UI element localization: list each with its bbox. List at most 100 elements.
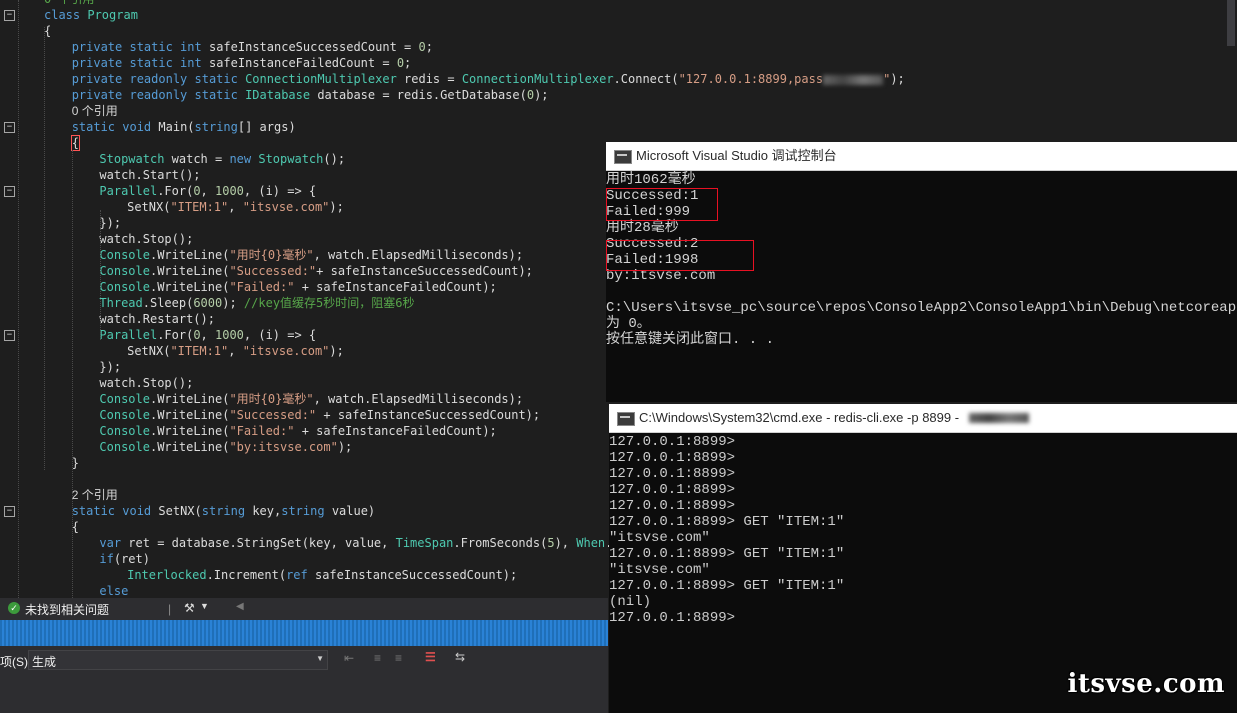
code-token: , (i) => { bbox=[243, 328, 317, 342]
code-text: private readonly static IDatabase databa… bbox=[72, 87, 549, 103]
align-right-icon[interactable]: ≡ bbox=[395, 651, 402, 665]
console-line: 127.0.0.1:8899> bbox=[609, 482, 736, 498]
code-token: { bbox=[44, 24, 52, 38]
code-token: "itsvse.com" bbox=[242, 200, 330, 214]
code-token: 0 bbox=[526, 88, 535, 102]
code-token: "Failed:" bbox=[229, 280, 295, 294]
code-token: var bbox=[99, 536, 129, 550]
code-line[interactable]: { bbox=[0, 23, 1230, 39]
code-token: , bbox=[228, 344, 243, 358]
code-text: static void Main(string[] args) bbox=[72, 119, 296, 135]
code-token: string bbox=[201, 504, 253, 518]
code-token: .Connect( bbox=[613, 72, 679, 86]
console-line: 127.0.0.1:8899> GET "ITEM:1" bbox=[609, 546, 845, 562]
code-text: SetNX("ITEM:1", "itsvse.com"); bbox=[127, 343, 344, 359]
code-text: Console.WriteLine("Failed:" + safeInstan… bbox=[99, 279, 496, 295]
config-label: 项(S): bbox=[0, 655, 32, 669]
fold-toggle-icon[interactable]: − bbox=[4, 122, 15, 133]
code-token: 0 个引用 bbox=[71, 104, 118, 118]
fold-toggle-icon[interactable]: − bbox=[4, 330, 15, 341]
code-token: Thread bbox=[99, 296, 143, 310]
code-line[interactable]: private readonly static IDatabase databa… bbox=[0, 87, 1230, 103]
code-token: .FromSeconds( bbox=[453, 536, 548, 550]
code-token: }); bbox=[99, 360, 122, 374]
result-highlight-box-1 bbox=[606, 188, 718, 221]
code-token: Console bbox=[99, 392, 150, 406]
code-token: .Increment( bbox=[206, 568, 287, 582]
code-token: ); bbox=[329, 200, 344, 214]
indent-guide bbox=[72, 150, 73, 598]
code-token: , bbox=[200, 328, 215, 342]
code-text: { bbox=[70, 135, 80, 151]
code-token: ConnectionMultiplexer bbox=[461, 72, 614, 86]
code-token: Interlocked bbox=[127, 568, 207, 582]
code-token: watch.Stop(); bbox=[99, 376, 194, 390]
code-line[interactable]: − class Program bbox=[0, 7, 1230, 23]
chevron-left-icon[interactable]: ◀ bbox=[236, 601, 244, 612]
vs-console-title: Microsoft Visual Studio 调试控制台 bbox=[636, 148, 837, 163]
cmd-icon bbox=[617, 412, 635, 426]
code-text: Console.WriteLine("Successed:"+ safeInst… bbox=[99, 263, 533, 279]
code-text: 0 个引用 bbox=[44, 0, 94, 7]
console-line: 按任意键关闭此窗口. . . bbox=[606, 332, 775, 348]
scrollbar-thumb[interactable] bbox=[1227, 0, 1235, 46]
code-token: IDatabase bbox=[245, 88, 318, 102]
issues-status-text: 未找到相关问题 bbox=[25, 603, 110, 617]
code-line[interactable]: private static int safeInstanceSuccessed… bbox=[0, 39, 1230, 55]
code-line[interactable]: − static void Main(string[] args) bbox=[0, 119, 1230, 135]
vs-console-titlebar[interactable]: Microsoft Visual Studio 调试控制台 bbox=[606, 142, 1237, 171]
code-token: if bbox=[99, 552, 114, 566]
fold-toggle-icon[interactable]: − bbox=[4, 10, 15, 21]
code-text: watch.Stop(); bbox=[99, 375, 193, 391]
code-token: SetNX( bbox=[127, 344, 171, 358]
console-line: C:\Users\itsvse_pc\source\repos\ConsoleA… bbox=[606, 300, 1237, 316]
code-token: [] args) bbox=[237, 120, 296, 134]
code-token: 0 个引用 bbox=[44, 0, 94, 6]
code-line[interactable]: 0 个引用 bbox=[0, 103, 1230, 119]
code-text: { bbox=[44, 23, 51, 39]
code-token: ); bbox=[890, 72, 905, 86]
chevron-down-icon[interactable]: ▼ bbox=[200, 601, 209, 611]
outdent-icon[interactable]: ⇤ bbox=[344, 651, 354, 665]
watermark-text: itsvse.com bbox=[1067, 669, 1225, 699]
code-token: 5 bbox=[547, 536, 555, 550]
code-token: safeInstanceFailedCount = bbox=[208, 56, 397, 70]
code-line[interactable]: 0 个引用 bbox=[0, 0, 1230, 7]
code-text: else bbox=[99, 583, 128, 598]
code-text: Console.WriteLine("Failed:" + safeInstan… bbox=[99, 423, 496, 439]
code-token: watch = bbox=[171, 152, 230, 166]
vs-debug-console-window[interactable]: Microsoft Visual Studio 调试控制台 用时1062毫秒 Su… bbox=[606, 142, 1237, 402]
code-token: "用时{0}毫秒" bbox=[229, 392, 314, 406]
code-text: Parallel.For(0, 1000, (i) => { bbox=[99, 183, 316, 199]
code-line[interactable]: private readonly static ConnectionMultip… bbox=[0, 71, 1230, 87]
cmd-titlebar[interactable]: C:\Windows\System32\cmd.exe - redis-cli.… bbox=[609, 404, 1237, 433]
config-dropdown-value: 生成 bbox=[32, 655, 57, 669]
code-token: ConnectionMultiplexer bbox=[245, 72, 405, 86]
code-text: private static int safeInstanceSuccessed… bbox=[72, 39, 433, 55]
code-token: Parallel bbox=[99, 184, 158, 198]
fold-toggle-icon[interactable]: − bbox=[4, 186, 15, 197]
code-text: Console.WriteLine("用时{0}毫秒", watch.Elaps… bbox=[99, 391, 523, 407]
code-token: .WriteLine( bbox=[149, 408, 230, 422]
cmd-redis-cli-window[interactable]: C:\Windows\System32\cmd.exe - redis-cli.… bbox=[609, 404, 1237, 713]
console-line: 127.0.0.1:8899> bbox=[609, 466, 736, 482]
word-wrap-icon[interactable]: ⇆ bbox=[455, 650, 465, 664]
code-token: "Successed:" bbox=[229, 264, 317, 278]
align-left-icon[interactable]: ≡ bbox=[374, 651, 381, 665]
code-token: "127.0.0.1:8899,pass bbox=[678, 72, 824, 86]
config-dropdown[interactable]: 生成 ▼ bbox=[28, 650, 328, 670]
code-token: .WriteLine( bbox=[149, 440, 230, 454]
brush-icon[interactable]: ⚒ bbox=[184, 601, 195, 615]
code-token: ); bbox=[534, 88, 549, 102]
console-line: 127.0.0.1:8899> bbox=[609, 434, 736, 450]
code-token: + safeInstanceSuccessedCount); bbox=[316, 264, 533, 278]
clear-all-icon[interactable]: ☰ bbox=[425, 650, 436, 664]
code-token: .Sleep( bbox=[142, 296, 194, 310]
code-token: (ret) bbox=[113, 552, 150, 566]
code-line[interactable]: private static int safeInstanceFailedCou… bbox=[0, 55, 1230, 71]
code-text: Thread.Sleep(6000); //key值缓存5秒时间，阻塞6秒 bbox=[99, 295, 414, 311]
code-token: private static int bbox=[71, 40, 209, 54]
code-token: 0 bbox=[193, 184, 201, 198]
code-token: else bbox=[99, 584, 129, 598]
fold-toggle-icon[interactable]: − bbox=[4, 506, 15, 517]
